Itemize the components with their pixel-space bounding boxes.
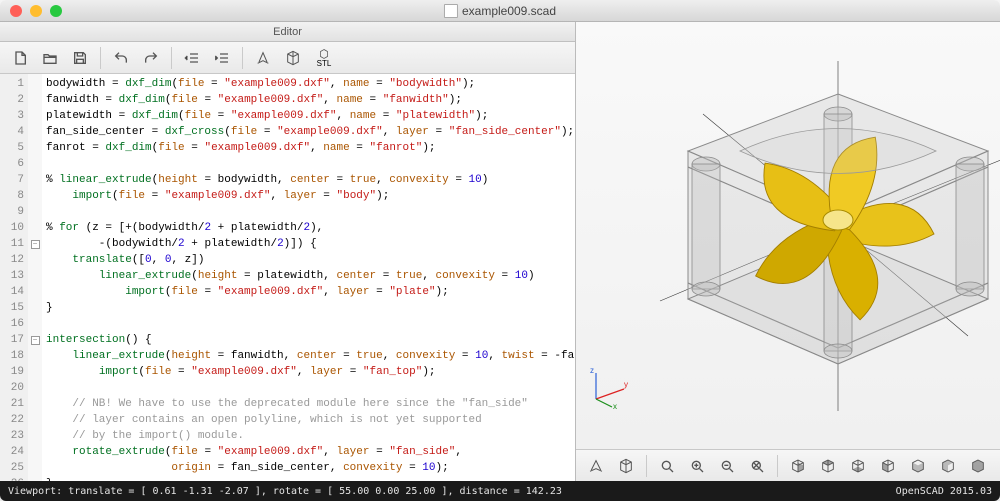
editor-header: Editor xyxy=(0,22,575,42)
code-area[interactable]: bodywidth = dxf_dim(file = "example009.d… xyxy=(42,74,575,481)
model-render xyxy=(638,56,1000,416)
redo-button[interactable] xyxy=(137,45,165,71)
view-top-button[interactable] xyxy=(814,453,842,479)
export-stl-button[interactable]: STL xyxy=(309,45,339,71)
view-front-button[interactable] xyxy=(904,453,932,479)
undo-button[interactable] xyxy=(107,45,135,71)
editor-pane: Editor STL 12345678910 xyxy=(0,22,576,481)
viewer-pane: z y x xyxy=(576,22,1000,481)
axis-indicator: z y x xyxy=(586,365,630,409)
preview-button[interactable] xyxy=(249,45,277,71)
code-editor[interactable]: 1234567891011121314151617181920212223242… xyxy=(0,74,575,481)
viewport-status: Viewport: translate = [ 0.61 -1.31 -2.07… xyxy=(8,486,562,497)
svg-text:x: x xyxy=(613,402,617,409)
svg-text:y: y xyxy=(624,380,628,389)
line-gutter: 1234567891011121314151617181920212223242… xyxy=(0,74,28,481)
document-icon xyxy=(444,4,458,18)
viewer-toolbar: » xyxy=(576,449,1000,481)
zoom-in-button[interactable] xyxy=(683,453,711,479)
unindent-button[interactable] xyxy=(178,45,206,71)
app-window: example009.scad Editor STL xyxy=(0,0,1000,501)
save-button[interactable] xyxy=(66,45,94,71)
maximize-icon[interactable] xyxy=(50,5,62,17)
fold-gutter[interactable]: −− xyxy=(28,74,42,481)
new-button[interactable] xyxy=(6,45,34,71)
viewport-3d[interactable]: z y x xyxy=(576,22,1000,449)
reset-view-button[interactable] xyxy=(743,453,771,479)
view-center-button[interactable] xyxy=(994,453,1000,479)
window-title: example009.scad xyxy=(444,4,556,18)
svg-text:z: z xyxy=(590,366,594,375)
view-bottom-button[interactable] xyxy=(844,453,872,479)
close-icon[interactable] xyxy=(10,5,22,17)
titlebar: example009.scad xyxy=(0,0,1000,22)
indent-button[interactable] xyxy=(208,45,236,71)
view-diagonal-button[interactable] xyxy=(964,453,992,479)
minimize-icon[interactable] xyxy=(30,5,42,17)
view-right-button[interactable] xyxy=(784,453,812,479)
view-left-button[interactable] xyxy=(874,453,902,479)
open-button[interactable] xyxy=(36,45,64,71)
statusbar: Viewport: translate = [ 0.61 -1.31 -2.07… xyxy=(0,481,1000,501)
zoom-out-button[interactable] xyxy=(713,453,741,479)
render-button[interactable] xyxy=(279,45,307,71)
preview-button[interactable] xyxy=(582,453,610,479)
view-back-button[interactable] xyxy=(934,453,962,479)
editor-toolbar: STL xyxy=(0,42,575,74)
zoom-all-button[interactable] xyxy=(653,453,681,479)
render-cube-button[interactable] xyxy=(612,453,640,479)
app-version: OpenSCAD 2015.03 xyxy=(896,486,992,497)
